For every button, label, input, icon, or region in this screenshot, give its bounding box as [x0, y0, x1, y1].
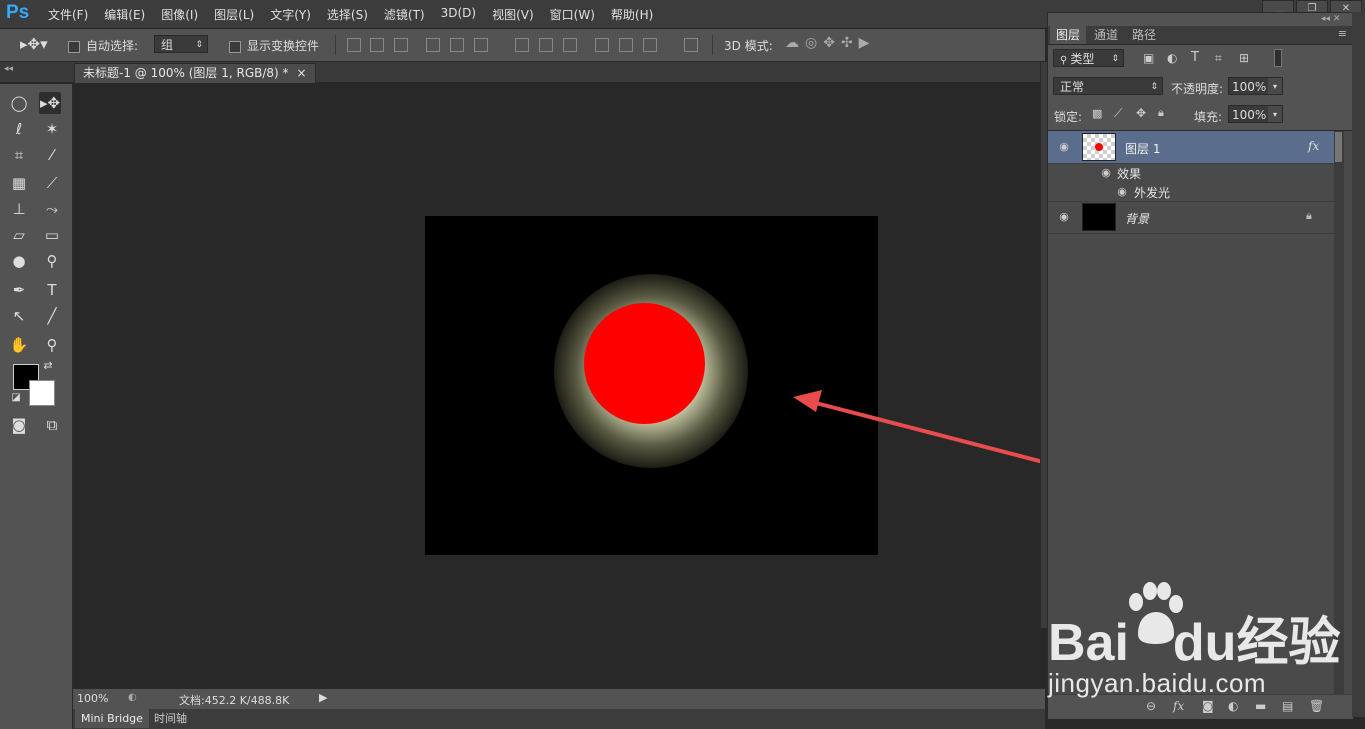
tab-channels[interactable]: 通道 [1088, 26, 1124, 44]
lock-position-icon[interactable]: ✥ [1136, 106, 1146, 120]
layer-filter-row: ⚲ 类型 ⇕ ▣ ◐ T ⌗ ⊞ [1048, 49, 1353, 71]
thumbnail-red-dot [1095, 143, 1103, 151]
visibility-eye-icon[interactable]: ◉ [1057, 211, 1071, 222]
filter-type-icon[interactable]: T [1191, 50, 1199, 65]
lock-transparent-icon[interactable]: ▩ [1092, 107, 1102, 120]
visibility-eye-icon[interactable]: ◉ [1099, 167, 1113, 178]
bottom-panel-tabs: Mini Bridge 时间轴 [73, 709, 1045, 729]
filter-toggle-icon[interactable] [1274, 49, 1282, 67]
layer-name[interactable]: 图层 1 [1125, 140, 1160, 157]
watermark-brand-c: 经验 [1236, 614, 1341, 672]
panel-tabs: 图层 通道 路径 ≡ [1048, 26, 1353, 45]
lock-row: 锁定: ▩ ⟋ ✥ 🔒︎ 填充: 100% ▾ [1048, 105, 1353, 127]
zoom-level[interactable]: 100% [77, 692, 108, 705]
layer-name[interactable]: 背景 [1125, 210, 1149, 227]
blend-mode-dropdown[interactable]: 正常 ⇕ [1053, 77, 1163, 95]
lock-all-icon[interactable]: 🔒︎ [1158, 106, 1164, 120]
visibility-eye-icon[interactable]: ◉ [1057, 141, 1071, 152]
tab-layers[interactable]: 图层 [1050, 26, 1087, 44]
blend-mode-value: 正常 [1060, 80, 1085, 94]
lock-label: 锁定: [1054, 110, 1083, 124]
updown-icon: ⇕ [1150, 82, 1158, 92]
fill-label: 填充: [1194, 110, 1223, 124]
status-menu-arrow-icon[interactable]: ▶ [319, 691, 327, 704]
filter-smartobject-icon[interactable]: ⊞ [1239, 51, 1249, 65]
tab-timeline[interactable]: 时间轴 [148, 709, 193, 728]
new-layer-icon[interactable]: ▤ [1282, 699, 1293, 713]
layer-thumbnail [1082, 203, 1116, 231]
filter-shape-icon[interactable]: ⌗ [1215, 51, 1222, 66]
panel-menu-icon[interactable]: ≡ [1338, 27, 1347, 40]
opacity-value: 100% [1232, 80, 1267, 94]
fill-value: 100% [1232, 108, 1267, 122]
layer-row-layer1[interactable]: ◉ 图层 1 fx [1048, 131, 1334, 164]
effects-row[interactable]: ◉ 效果 [1048, 163, 1334, 182]
add-mask-icon[interactable]: ◙ [1202, 699, 1214, 713]
outer-glow-label: 外发光 [1134, 186, 1171, 200]
status-bar: 100% ◐ 文档:452.2 K/488.8K ▶ [73, 688, 1045, 709]
new-group-icon[interactable]: ▬ [1255, 699, 1266, 713]
tab-mini-bridge[interactable]: Mini Bridge [75, 709, 149, 728]
scroll-thumb[interactable] [1335, 132, 1342, 162]
chevron-down-icon[interactable]: ▾ [1268, 106, 1282, 122]
watermark-url: jingyan.baidu.com [1048, 668, 1267, 698]
lock-icon: 🔒︎ [1306, 209, 1312, 222]
filter-adjustment-icon[interactable]: ◐ [1167, 51, 1177, 65]
document-size: 文档:452.2 K/488.8K [179, 694, 290, 707]
watermark-brand-a: Bai [1048, 614, 1129, 672]
effects-label: 效果 [1117, 167, 1142, 181]
add-style-icon[interactable]: fx [1173, 699, 1184, 713]
collapse-panel-icon[interactable]: ◂◂ ✕ [1321, 14, 1340, 24]
fill-input[interactable]: 100% ▾ [1228, 105, 1283, 123]
outer-glow-effect-row[interactable]: ◉ 外发光 [1048, 182, 1334, 202]
updown-icon: ⇕ [1111, 54, 1119, 64]
baidu-paw-icon [1129, 582, 1183, 644]
layer-thumbnail [1082, 133, 1116, 161]
adjustment-layer-icon[interactable]: ◐ [1228, 699, 1238, 713]
delete-layer-icon[interactable]: 🗑︎ [1309, 699, 1324, 713]
opacity-label: 不透明度: [1171, 82, 1224, 96]
chevron-down-icon[interactable]: ▾ [1268, 78, 1282, 94]
visibility-eye-icon[interactable]: ◉ [1115, 186, 1129, 197]
tab-paths[interactable]: 路径 [1126, 26, 1162, 44]
filter-pixel-icon[interactable]: ▣ [1143, 51, 1154, 65]
filter-kind-dropdown[interactable]: ⚲ 类型 ⇕ [1053, 49, 1124, 67]
link-layers-icon[interactable]: ⊖ [1146, 699, 1156, 713]
blend-row: 正常 ⇕ 不透明度: 100% ▾ [1048, 77, 1353, 99]
baidu-jingyan-watermark: Bai du经验 [1048, 600, 1340, 675]
fx-badge[interactable]: fx [1308, 139, 1319, 153]
far-right-strip [1352, 12, 1365, 717]
search-icon: ⚲ [1060, 55, 1068, 66]
filter-kind-value: 类型 [1070, 52, 1095, 66]
layer-row-background[interactable]: ◉ 背景 🔒︎ [1048, 201, 1334, 234]
status-info-icon[interactable]: ◐ [128, 692, 137, 703]
opacity-input[interactable]: 100% ▾ [1228, 77, 1283, 95]
lock-image-icon[interactable]: ⟋ [1114, 106, 1122, 121]
